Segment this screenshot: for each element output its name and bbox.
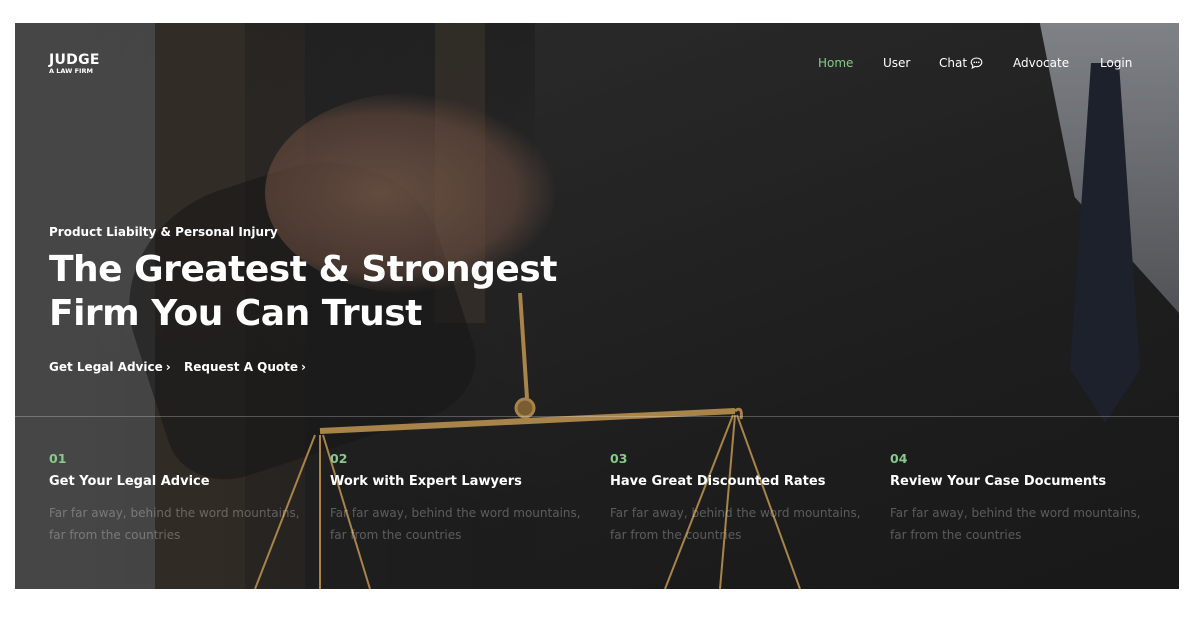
nav-item-home[interactable]: Home (818, 56, 853, 70)
brand-name: JUDGE (49, 52, 100, 68)
feature-item: 03 Have Great Discounted Rates Far far a… (610, 451, 880, 546)
feature-title: Get Your Legal Advice (49, 474, 210, 489)
brand-tagline: A LAW FIRM (49, 67, 93, 75)
feature-number: 02 (330, 451, 348, 466)
feature-title: Have Great Discounted Rates (610, 474, 826, 489)
feature-number: 03 (610, 451, 628, 466)
hero-headline-line-2: Firm You Can Trust (49, 293, 422, 334)
feature-description: Far far away, behind the word mountains,… (610, 506, 861, 542)
feature-item: 01 Get Your Legal Advice Far far away, b… (49, 451, 319, 546)
hero-section: JUDGE A LAW FIRM Home User Chat Advocate… (15, 23, 1179, 589)
chevron-right-icon: › (301, 360, 306, 374)
feature-item: 04 Review Your Case Documents Far far aw… (890, 451, 1160, 546)
feature-description: Far far away, behind the word mountains,… (330, 506, 581, 542)
hero-headline: The Greatest & Strongest Firm You Can Tr… (49, 248, 557, 336)
get-legal-advice-label: Get Legal Advice (49, 360, 163, 374)
nav-item-advocate[interactable]: Advocate (1013, 56, 1069, 70)
nav-item-login[interactable]: Login (1100, 56, 1132, 70)
nav-item-chat-label: Chat (939, 56, 968, 70)
request-quote-link[interactable]: Request A Quote › (184, 360, 306, 374)
feature-title: Work with Expert Lawyers (330, 474, 522, 489)
nav-item-chat[interactable]: Chat (939, 56, 983, 70)
feature-item: 02 Work with Expert Lawyers Far far away… (330, 451, 600, 546)
feature-title: Review Your Case Documents (890, 474, 1107, 489)
request-quote-label: Request A Quote (184, 360, 299, 374)
chat-bubble-icon (970, 57, 983, 69)
feature-number: 01 (49, 451, 67, 466)
chevron-right-icon: › (165, 360, 171, 374)
hero-headline-line-1: The Greatest & Strongest (49, 249, 557, 290)
feature-description: Far far away, behind the word mountains,… (890, 506, 1141, 542)
nav-item-user[interactable]: User (883, 56, 910, 70)
feature-description: Far far away, behind the word mountains,… (49, 506, 300, 542)
brand-logo[interactable]: JUDGE A LAW FIRM (49, 53, 100, 75)
hero-kicker: Product Liabilty & Personal Injury (49, 225, 278, 239)
get-legal-advice-link[interactable]: Get Legal Advice › (49, 360, 171, 374)
feature-number: 04 (890, 451, 908, 466)
hero-divider (15, 416, 1179, 417)
